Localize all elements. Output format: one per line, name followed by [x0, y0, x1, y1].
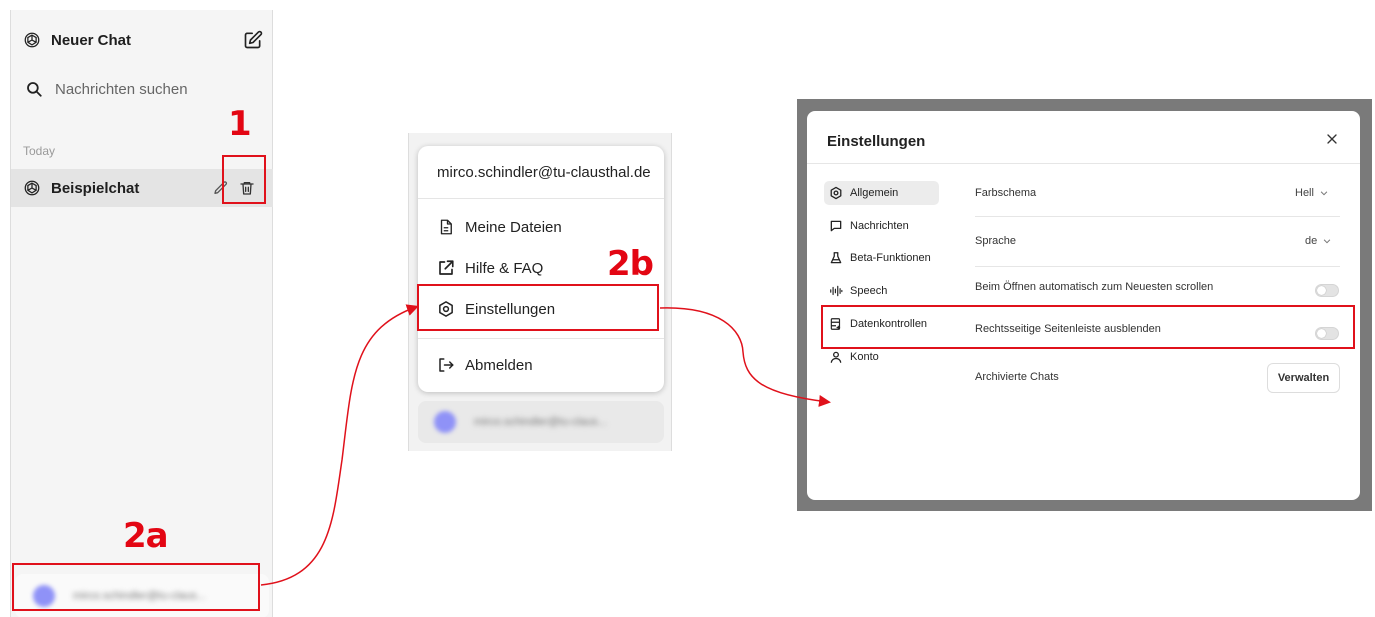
arrow-2a-to-2b: [260, 304, 419, 586]
arrow-2b-to-settings: [659, 307, 831, 407]
highlight-hide-sidebar-row: [821, 305, 1355, 349]
step-label-2a: 2a: [123, 516, 169, 556]
highlight-user-account: [12, 563, 260, 611]
highlight-settings-menu-item: [417, 284, 659, 331]
tutorial-canvas: Neuer Chat Nachrichten suchen Today Beis…: [0, 0, 1375, 617]
highlight-delete-button: [222, 155, 266, 204]
step-label-2b: 2b: [607, 244, 654, 284]
step-label-1: 1: [228, 104, 252, 144]
